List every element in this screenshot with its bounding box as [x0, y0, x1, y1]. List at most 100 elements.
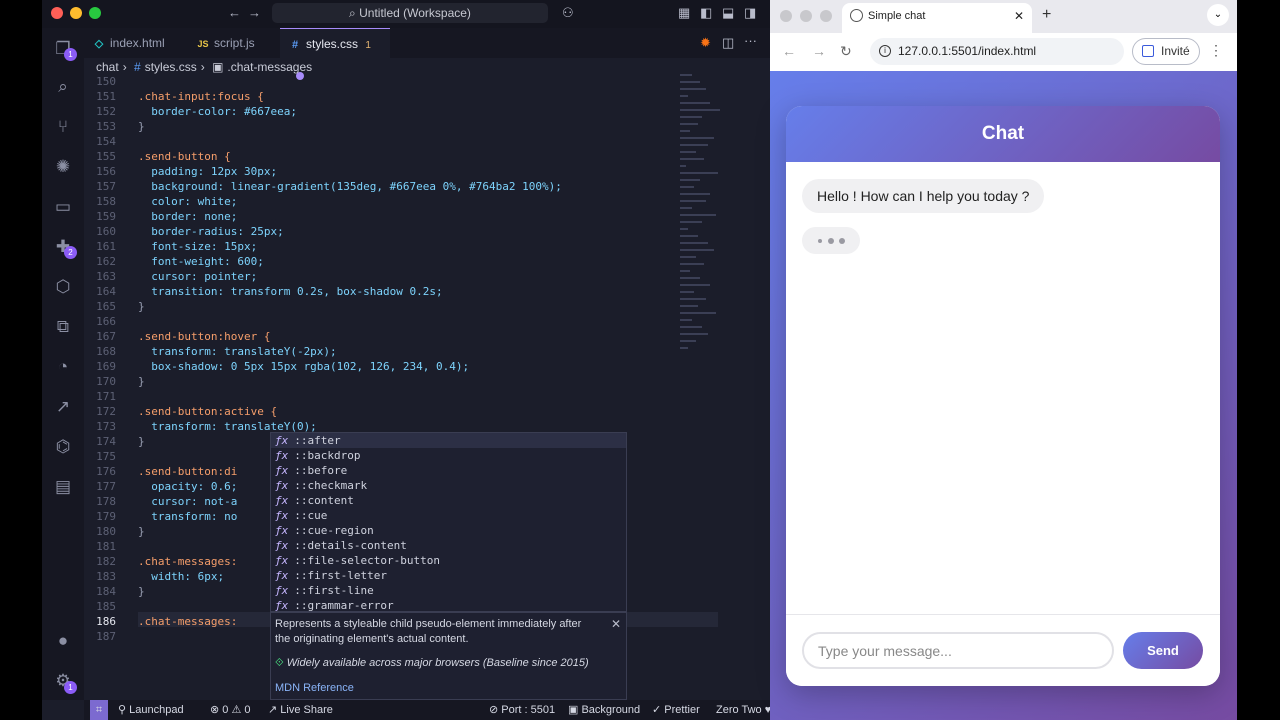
- suggestion-item[interactable]: ƒx::file-selector-button: [271, 553, 626, 568]
- pdf-icon[interactable]: ▤: [52, 476, 74, 498]
- site-info-icon[interactable]: i: [879, 45, 891, 57]
- code-text: opacity: 0.6;: [138, 480, 238, 493]
- minimize-window-button[interactable]: [800, 10, 812, 22]
- maximize-window-button[interactable]: [820, 10, 832, 22]
- code-line[interactable]: 155 .send-button {: [84, 149, 680, 164]
- tab-index-html[interactable]: ◇ index.html: [84, 28, 188, 58]
- new-tab-button[interactable]: +: [1042, 6, 1051, 24]
- live-preview-icon[interactable]: ✹: [700, 36, 711, 50]
- minimize-window-button[interactable]: [70, 7, 82, 19]
- suggestion-item[interactable]: ƒx::checkmark: [271, 478, 626, 493]
- back-arrow-icon[interactable]: ←: [782, 43, 796, 59]
- launchpad-item[interactable]: ⚲ Launchpad: [118, 700, 184, 720]
- tab-styles-css[interactable]: # styles.css 1: [280, 28, 390, 80]
- suggestion-item[interactable]: ƒx::cue-region: [271, 523, 626, 538]
- suggestion-item[interactable]: ƒx::before: [271, 463, 626, 478]
- mdn-reference-link[interactable]: MDN Reference: [275, 682, 354, 694]
- browser-window: Simple chat ✕ + ⌄ ← → ↻ i 127.0.0.1:5501…: [770, 0, 1237, 720]
- breadcrumb-folder[interactable]: chat: [96, 60, 119, 74]
- url-text: 127.0.0.1:5501/index.html: [898, 44, 1037, 58]
- code-line[interactable]: 168 transform: translateY(-2px);: [84, 344, 680, 359]
- code-line[interactable]: 156 padding: 12px 30px;: [84, 164, 680, 179]
- remote-explorer-icon[interactable]: ▭: [52, 196, 74, 218]
- code-line[interactable]: 163 cursor: pointer;: [84, 269, 680, 284]
- account-icon[interactable]: ●: [52, 630, 74, 652]
- code-line[interactable]: 154: [84, 134, 680, 149]
- address-bar[interactable]: i 127.0.0.1:5501/index.html: [870, 38, 1124, 65]
- minimap[interactable]: [680, 74, 760, 394]
- suggestion-item[interactable]: ƒx::details-content: [271, 538, 626, 553]
- code-line[interactable]: 160 border-radius: 25px;: [84, 224, 680, 239]
- extensions-badge: 2: [64, 246, 77, 259]
- port-item[interactable]: ⊘ Port : 5501: [489, 700, 555, 720]
- minimap-line: [680, 305, 698, 307]
- suggestion-item[interactable]: ƒx::first-letter: [271, 568, 626, 583]
- code-line[interactable]: 172 .send-button:active {: [84, 404, 680, 419]
- background-item[interactable]: ▣ Background: [568, 700, 640, 720]
- profile-button[interactable]: Invité: [1132, 38, 1200, 65]
- split-editor-icon[interactable]: ◫: [722, 36, 734, 50]
- toggle-panel-icon[interactable]: ⬓: [722, 6, 734, 20]
- code-line[interactable]: 170}: [84, 374, 680, 389]
- code-line[interactable]: 167 .send-button:hover {: [84, 329, 680, 344]
- code-line[interactable]: 164 transition: transform 0.2s, box-shad…: [84, 284, 680, 299]
- send-button[interactable]: Send: [1123, 632, 1203, 669]
- toggle-sidebar-icon[interactable]: ◧: [700, 6, 712, 20]
- forward-arrow-icon[interactable]: →: [248, 6, 261, 20]
- problems-item[interactable]: ⊗ 0 ⚠ 0: [210, 700, 251, 720]
- chat-message-input[interactable]: [802, 632, 1114, 669]
- suggestion-item[interactable]: ƒx::after: [271, 433, 626, 448]
- code-line[interactable]: 152 border-color: #667eea;: [84, 104, 680, 119]
- back-arrow-icon[interactable]: ←: [228, 6, 241, 20]
- prettier-item[interactable]: ✓ Prettier: [652, 700, 700, 720]
- timeline-icon[interactable]: ◔: [52, 356, 74, 378]
- code-line[interactable]: 157 background: linear-gradient(135deg, …: [84, 179, 680, 194]
- copilot-icon[interactable]: ⚇: [562, 6, 574, 20]
- theme-item[interactable]: Zero Two ♥: [716, 700, 771, 720]
- code-line[interactable]: 162 font-weight: 600;: [84, 254, 680, 269]
- tab-script-js[interactable]: JS script.js: [188, 28, 278, 58]
- live-share-icon[interactable]: ↗: [52, 396, 74, 418]
- command-center-search[interactable]: ⌕ Untitled (Workspace): [272, 3, 548, 23]
- code-line[interactable]: 161 font-size: 15px;: [84, 239, 680, 254]
- suggestion-item[interactable]: ƒx::backdrop: [271, 448, 626, 463]
- search-icon[interactable]: ⌕: [52, 76, 74, 98]
- suggestion-item[interactable]: ƒx::content: [271, 493, 626, 508]
- run-debug-icon[interactable]: ✺: [52, 156, 74, 178]
- suggestion-item[interactable]: ƒx::grammar-error: [271, 598, 626, 613]
- browser-menu-icon[interactable]: ⋮: [1209, 42, 1223, 59]
- tab-search-chevron-icon[interactable]: ⌄: [1207, 4, 1229, 26]
- reload-icon[interactable]: ↻: [840, 43, 852, 60]
- code-line[interactable]: 158 color: white;: [84, 194, 680, 209]
- line-number: 185: [96, 600, 116, 613]
- code-line[interactable]: 165}: [84, 299, 680, 314]
- breadcrumb-symbol[interactable]: .chat-messages: [227, 60, 312, 74]
- suggestion-item[interactable]: ƒx::first-line: [271, 583, 626, 598]
- suggestion-item[interactable]: ƒx::cue: [271, 508, 626, 523]
- maximize-window-button[interactable]: [89, 7, 101, 19]
- live-share-item[interactable]: ↗ Live Share: [268, 700, 333, 720]
- close-window-button[interactable]: [780, 10, 792, 22]
- close-icon[interactable]: ✕: [611, 617, 621, 631]
- source-control-icon[interactable]: ⑂: [52, 116, 74, 138]
- more-actions-icon[interactable]: ···: [744, 34, 757, 48]
- containers-icon[interactable]: ⧉: [52, 316, 74, 338]
- code-line[interactable]: 159 border: none;: [84, 209, 680, 224]
- browser-tab[interactable]: Simple chat ✕: [842, 3, 1032, 33]
- forward-arrow-icon[interactable]: →: [812, 43, 826, 59]
- code-line[interactable]: 171: [84, 389, 680, 404]
- code-text: .chat-messages:: [138, 555, 238, 568]
- customize-layout-icon[interactable]: ▦: [678, 6, 690, 20]
- close-tab-icon[interactable]: ✕: [1014, 3, 1024, 29]
- code-line[interactable]: 153}: [84, 119, 680, 134]
- python-icon[interactable]: ⌬: [52, 436, 74, 458]
- code-line[interactable]: 166: [84, 314, 680, 329]
- close-window-button[interactable]: [51, 7, 63, 19]
- code-line[interactable]: 151 .chat-input:focus {: [84, 89, 680, 104]
- code-line[interactable]: 150: [84, 74, 680, 89]
- toggle-secondary-sidebar-icon[interactable]: ◨: [744, 6, 756, 20]
- package-icon[interactable]: ⬡: [52, 276, 74, 298]
- code-line[interactable]: 169 box-shadow: 0 5px 15px rgba(102, 126…: [84, 359, 680, 374]
- remote-indicator-icon[interactable]: ⌗: [90, 700, 108, 720]
- breadcrumb-file[interactable]: styles.css: [145, 60, 197, 74]
